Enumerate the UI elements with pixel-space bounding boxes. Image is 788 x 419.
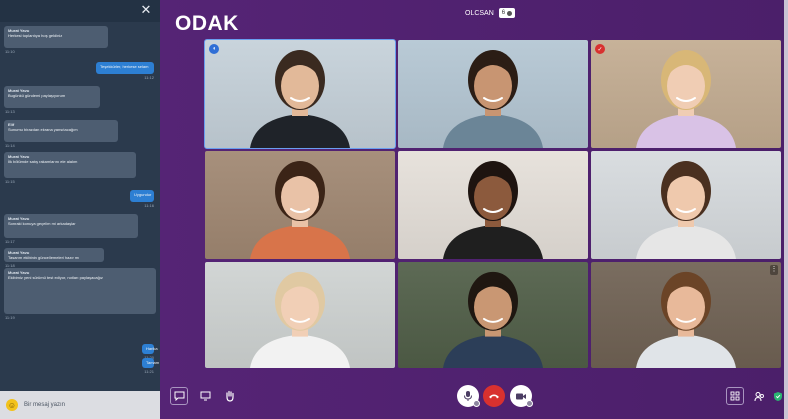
outgoing-message: Teşekkürler, herkese selam: [96, 62, 154, 74]
hand-icon: [225, 390, 234, 402]
message-time: 11:14: [5, 143, 15, 148]
mic-button[interactable]: [457, 385, 480, 407]
host-name: OLCSAN: [465, 9, 494, 17]
call-toolbar: [160, 379, 784, 419]
message-time: 11:12: [144, 75, 154, 80]
video-tile[interactable]: [398, 40, 588, 148]
host-indicator: OLCSAN 6: [465, 8, 516, 18]
outgoing-message: Tamam: [142, 358, 160, 368]
raise-hand-button[interactable]: [220, 387, 238, 405]
participant-video: [250, 50, 350, 148]
people-icon: [754, 391, 764, 401]
message-text: Herkesi toplantıya hoş geldiniz: [8, 33, 63, 38]
outgoing-message: Harika: [142, 344, 158, 354]
outgoing-message: Uygundur: [130, 190, 154, 202]
chat-panel: ✕ Murat Yavu Herkesi toplantıya hoş geldi…: [0, 0, 160, 419]
grid-icon: [730, 391, 740, 401]
participant-video: [636, 50, 736, 148]
app-logo: ODAK: [175, 12, 239, 35]
message-text: Sunumu birazdan ekrana yansıtacağım: [8, 127, 78, 132]
shield-icon: [774, 391, 782, 401]
participant-video: [250, 271, 350, 368]
message-text: Harika: [146, 346, 158, 351]
video-tile[interactable]: [591, 151, 781, 259]
participant-video: [250, 161, 350, 259]
message-time: 11:15: [5, 179, 15, 184]
video-tile[interactable]: [398, 151, 588, 259]
check-icon: ✓: [595, 44, 605, 54]
mic-icon: ◖: [209, 44, 219, 54]
grid-view-button[interactable]: [726, 387, 744, 405]
participants-button[interactable]: [750, 387, 768, 405]
record-icon: [507, 10, 513, 16]
incoming-message: Murat Yavu Tasarım ekibinin güncellemeler…: [4, 248, 104, 262]
camera-options-icon[interactable]: [526, 400, 533, 407]
incoming-message: Murat Yavu Bugünkü gündemi paylaşıyorum: [4, 86, 100, 108]
message-time: 11:16: [144, 203, 154, 208]
message-time: 11:13: [5, 109, 15, 114]
participant-video: [636, 161, 736, 259]
video-tile[interactable]: [398, 262, 588, 368]
video-tile[interactable]: ⋮: [591, 262, 781, 368]
participant-count: 6: [501, 10, 506, 16]
close-icon[interactable]: ✕: [139, 3, 153, 17]
message-text: Ekibimiz yeni sürümü test ediyor, notlar…: [8, 275, 103, 280]
stage-edge: [784, 0, 788, 419]
message-text: Bugünkü gündemi paylaşıyorum: [8, 93, 66, 98]
message-input-placeholder[interactable]: Bir mesaj yazın: [24, 402, 65, 408]
participant-video: [443, 50, 543, 148]
message-time: 11:21: [144, 369, 154, 374]
video-tile[interactable]: ◖: [204, 39, 396, 149]
message-time: 11:17: [5, 239, 15, 244]
message-text: Sonraki konuya geçelim mi arkadaşlar: [8, 221, 76, 226]
incoming-message: Murat Yavu Herkesi toplantıya hoş geldini…: [4, 26, 108, 48]
phone-hangup-icon: [489, 394, 499, 399]
video-tile[interactable]: [205, 151, 395, 259]
more-options-icon[interactable]: ⋮: [770, 265, 778, 275]
incoming-message: Murat Yavu İlk bölümde satış rakamlarını …: [4, 152, 136, 178]
video-tile[interactable]: [205, 262, 395, 368]
camera-button[interactable]: [510, 385, 533, 407]
chat-toggle-button[interactable]: [170, 387, 188, 405]
message-text: Tamam: [146, 360, 160, 365]
microphone-icon: [464, 391, 472, 401]
camera-icon: [516, 393, 526, 399]
message-time: 11:19: [5, 315, 15, 320]
incoming-message: Elif Sunumu birazdan ekrana yansıtacağım: [4, 120, 118, 142]
participant-count-badge[interactable]: 6: [498, 8, 516, 18]
screen-share-button[interactable]: [196, 387, 214, 405]
message-text: Tasarım ekibinin güncellemeleri hazır mı: [8, 255, 80, 260]
chat-icon: [174, 391, 184, 401]
message-text: Uygundur: [134, 192, 152, 197]
incoming-message: Murat Yavu Ekibimiz yeni sürümü test ediy…: [4, 268, 156, 314]
message-list[interactable]: Murat Yavu Herkesi toplantıya hoş geldini…: [4, 26, 160, 381]
message-time: 11:10: [5, 49, 15, 54]
message-text: Teşekkürler, herkese selam: [100, 64, 149, 69]
video-tile[interactable]: ✓: [591, 40, 781, 148]
message-input-bar[interactable]: ☺ Bir mesaj yazın: [0, 391, 160, 419]
emoji-icon[interactable]: ☺: [6, 399, 18, 411]
message-text: İlk bölümde satış rakamlarını ele alalım: [8, 159, 78, 164]
participant-video: [443, 271, 543, 368]
participant-video: [443, 161, 543, 259]
security-button[interactable]: [769, 387, 787, 405]
video-stage: ODAK OLCSAN 6 ◖ ✓ ⋮: [160, 0, 788, 419]
mic-options-icon[interactable]: [473, 400, 480, 407]
chat-header: ✕: [0, 0, 160, 22]
incoming-message: Murat Yavu Sonraki konuya geçelim mi arka…: [4, 214, 138, 238]
hangup-button[interactable]: [483, 385, 505, 407]
monitor-icon: [200, 391, 210, 401]
participant-video: [636, 271, 736, 368]
